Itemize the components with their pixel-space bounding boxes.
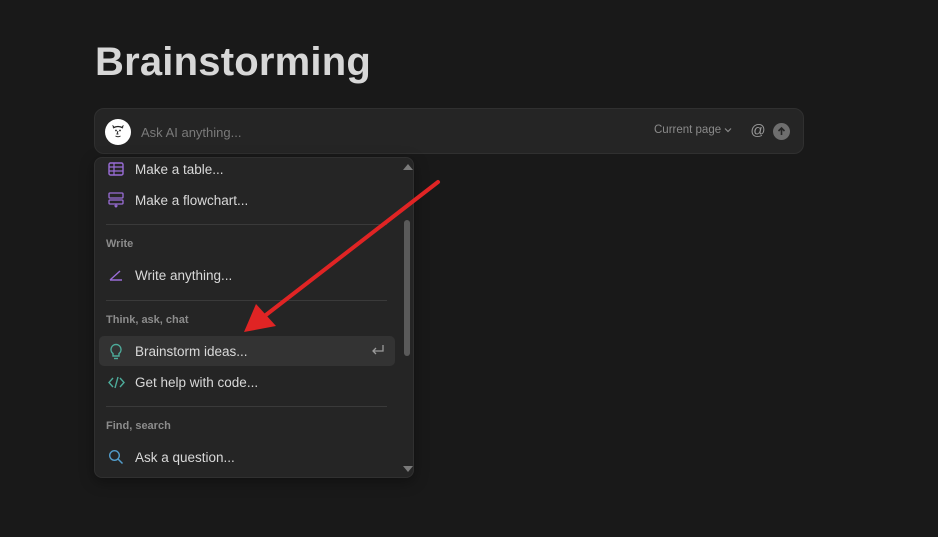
scope-label: Current page xyxy=(654,124,722,136)
ai-prompt-bar: Current page @ xyxy=(94,108,804,154)
ai-command-menu: Make a table... Make a flowchart... Writ… xyxy=(94,157,414,478)
menu-scrollbar[interactable] xyxy=(401,158,413,477)
section-title-write: Write xyxy=(106,238,134,250)
scrollbar-thumb[interactable] xyxy=(404,220,410,356)
lightbulb-icon xyxy=(107,342,125,360)
mention-button[interactable]: @ xyxy=(749,122,767,140)
menu-divider xyxy=(106,300,387,301)
menu-item-label: Get help with code... xyxy=(135,374,259,390)
menu-item-code-help[interactable]: Get help with code... xyxy=(99,367,395,397)
scroll-up-icon[interactable] xyxy=(403,164,413,170)
page-title: Brainstorming xyxy=(95,40,371,84)
chevron-down-icon xyxy=(724,128,732,133)
menu-item-make-flowchart[interactable]: Make a flowchart... xyxy=(99,185,395,215)
menu-item-brainstorm-ideas[interactable]: Brainstorm ideas... xyxy=(99,336,395,366)
table-icon xyxy=(107,160,125,178)
section-title-think: Think, ask, chat xyxy=(106,314,189,326)
scroll-down-icon[interactable] xyxy=(403,466,413,472)
menu-item-label: Write anything... xyxy=(135,267,233,283)
menu-item-label: Make a table... xyxy=(135,161,224,177)
page: Brainstorming Current page @ xyxy=(0,0,938,537)
scope-selector[interactable]: Current page xyxy=(654,124,732,136)
menu-item-label: Make a flowchart... xyxy=(135,192,249,208)
menu-divider xyxy=(106,406,387,407)
search-icon xyxy=(107,448,125,466)
enter-key-icon xyxy=(371,343,385,362)
arrow-up-icon xyxy=(777,126,786,135)
code-icon xyxy=(107,373,125,391)
section-title-find: Find, search xyxy=(106,420,171,432)
send-button[interactable] xyxy=(773,123,790,140)
menu-item-make-table[interactable]: Make a table... xyxy=(99,158,395,184)
menu-item-write-anything[interactable]: Write anything... xyxy=(99,260,395,290)
ai-prompt-input[interactable] xyxy=(141,122,561,142)
menu-item-label: Brainstorm ideas... xyxy=(135,343,248,359)
pen-angle-icon xyxy=(107,266,125,284)
menu-item-ask-question[interactable]: Ask a question... xyxy=(99,442,395,472)
menu-divider xyxy=(106,224,387,225)
flowchart-icon xyxy=(107,191,125,209)
ai-face-icon xyxy=(105,119,131,145)
menu-item-label: Ask a question... xyxy=(135,449,235,465)
